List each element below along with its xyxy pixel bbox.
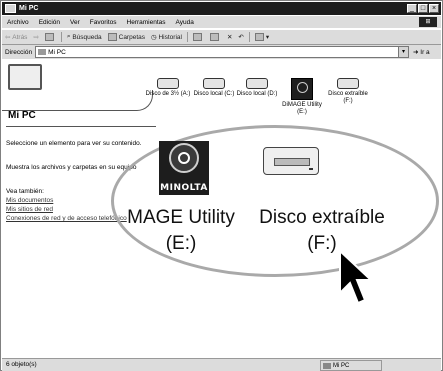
undo-button[interactable]: ↶ [235,33,246,41]
windows-logo-icon: ⊞ [419,17,437,27]
move-to-icon [192,33,202,41]
large-label-f-drive: (F:) [307,233,337,254]
address-value: Mi PC [48,48,66,56]
folders-button[interactable]: Carpetas [105,33,148,41]
back-arrow-icon: ⇦ [5,34,13,41]
folders-label: Carpetas [118,33,145,41]
drive-label: Disco local (D:) [236,91,278,97]
drive-slot [274,158,310,166]
status-object-count: 6 objeto(s) [6,361,37,368]
minimize-button[interactable]: _ [407,4,417,13]
status-zone: Mi PC [320,360,382,371]
mouse-pointer-icon [339,248,374,305]
menu-edicion[interactable]: Edición [34,19,65,26]
go-label: Ir a [420,49,430,56]
drive-item-e[interactable]: DiMAGE Utility (E:) [279,78,325,116]
drive-label: DiMAGE Utility (E:) [282,102,322,115]
menu-herramientas[interactable]: Herramientas [122,19,171,26]
menu-favoritos[interactable]: Favoritos [85,19,122,26]
forward-arrow-icon: ⇨ [33,34,39,41]
views-icon [254,33,264,41]
removable-disk-icon-large[interactable] [263,147,319,175]
copy-to-icon [209,33,219,41]
status-bar: 6 objeto(s) Mi PC [2,358,441,371]
removable-disk-icon [337,78,359,89]
cd-drive-icon [291,78,313,100]
task-pane-header [2,60,160,111]
hard-drive-icon [203,78,225,89]
drive-led [309,168,313,170]
computer-icon [38,49,47,55]
computer-icon [5,4,16,13]
hard-drive-icon [246,78,268,89]
large-label-e-name: MAGE Utility [127,207,235,228]
toolbar: ⇦ Atrás ⇨ ⌕ Búsqueda Carpetas ◷ Historia… [2,29,441,45]
large-label-e-drive: (E:) [165,233,197,254]
delete-button[interactable]: ✕ [224,33,235,41]
dimage-utility-icon-large[interactable]: MINOLTA [159,141,209,195]
maximize-button[interactable]: □ [418,4,428,13]
computer-icon [323,362,331,369]
drive-label: Disco local (C:) [193,91,235,97]
drive-item-c[interactable]: Disco local (C:) [191,78,237,98]
go-button[interactable]: ➜ Ir a [409,48,441,56]
address-field[interactable]: Mi PC ▾ [35,46,409,58]
search-label: Búsqueda [72,33,102,41]
delete-icon: ✕ [226,34,233,41]
copy-to-button[interactable] [207,33,224,41]
brand-logo: MINOLTA [160,183,208,193]
back-label: Atrás [12,33,28,41]
window-title: Mi PC [19,5,39,12]
search-button[interactable]: ⌕ Búsqueda [64,33,105,41]
folder-up-icon [44,33,54,41]
close-button[interactable]: × [429,4,439,13]
camera-lens-icon [169,143,199,173]
drive-item-a[interactable]: Disco de 3½ (A:) [145,78,191,98]
address-dropdown-button[interactable]: ▾ [398,47,408,57]
title-bar[interactable]: Mi PC _ □ × [2,2,441,15]
drive-label: Disco extraíble (F:) [328,91,368,104]
toolbar-separator [60,32,62,42]
explorer-window: Mi PC _ □ × Archivo Edición Ver Favorito… [0,0,443,371]
floppy-drive-icon [157,78,179,89]
folders-icon [107,33,117,41]
history-label: Historial [158,33,182,41]
large-label-f-name: Disco extraíble [259,207,385,228]
status-zone-label: Mi PC [333,362,350,369]
views-button[interactable]: ▾ [252,33,272,41]
menu-ver[interactable]: Ver [65,19,85,26]
history-icon: ◷ [151,34,159,41]
menu-bar: Archivo Edición Ver Favoritos Herramient… [2,16,441,28]
toolbar-separator [186,32,188,42]
pane-hint: Seleccione un elemento para ver su conte… [6,140,142,147]
address-label: Dirección [5,48,33,56]
drive-item-f[interactable]: Disco extraíble (F:) [325,78,371,105]
menu-ayuda[interactable]: Ayuda [171,19,199,26]
undo-icon: ↶ [238,34,244,41]
pane-title: Mi PC [8,110,36,121]
header-arc [2,90,153,111]
toolbar-separator [248,32,250,42]
move-to-button[interactable] [190,33,207,41]
divider [6,126,156,127]
up-button[interactable] [42,33,59,41]
history-button[interactable]: ◷ Historial [148,33,185,42]
address-bar: Dirección Mi PC ▾ ➜ Ir a [2,45,441,59]
drive-label: Disco de 3½ (A:) [145,91,191,97]
drive-item-d[interactable]: Disco local (D:) [234,78,280,98]
forward-button[interactable]: ⇨ [30,33,41,41]
go-arrow-icon: ➜ [413,49,419,56]
menu-archivo[interactable]: Archivo [2,19,34,26]
back-button[interactable]: ⇦ Atrás [2,33,30,42]
my-computer-icon [8,64,42,90]
